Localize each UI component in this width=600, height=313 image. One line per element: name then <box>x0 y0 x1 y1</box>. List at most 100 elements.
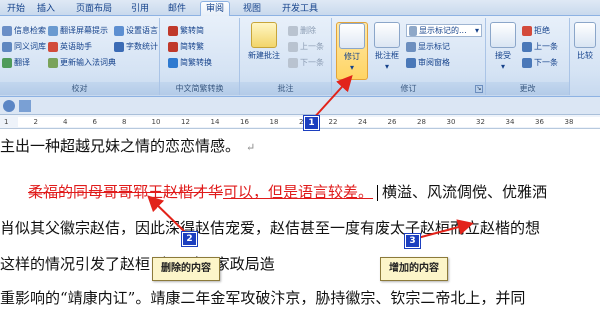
ruler-tick: 18 <box>269 118 279 126</box>
view-icon[interactable] <box>19 100 31 112</box>
chinese-conversion-group-label: 中文简繁转换 <box>160 82 239 95</box>
research-icon <box>2 25 12 36</box>
chinese-conversion-button[interactable]: 简繁转换 <box>168 56 212 69</box>
ruler-tick: 10 <box>151 118 161 126</box>
update-ime-icon <box>48 57 58 68</box>
ruler-tick: 16 <box>240 118 249 126</box>
update-ime-button[interactable]: 更新输入法词典 <box>48 56 116 69</box>
simp-to-trad-icon <box>168 41 178 52</box>
reviewing-pane-icon <box>406 57 416 68</box>
balloons-dropdown-icon: ▾ <box>384 62 389 71</box>
delete-comment-button[interactable]: 删除 <box>288 24 316 37</box>
ruler-tick: 8 <box>122 118 127 126</box>
accept-button[interactable]: 接受 ▾ <box>488 22 518 72</box>
reviewing-pane-button[interactable]: 审阅窗格 <box>406 56 450 69</box>
ruler-tick: 4 <box>63 118 68 126</box>
show-markup-icon <box>406 41 416 52</box>
ruler-toggle-icon[interactable] <box>3 100 15 112</box>
ribbon-tab-strip: 开始 插入 页面布局 引用 邮件 审阅 视图 开发工具 <box>0 0 600 17</box>
word-count-icon <box>114 41 124 52</box>
translate-tooltip-icon <box>48 25 58 36</box>
english-assistant-icon <box>48 41 58 52</box>
word-count-button[interactable]: 字数统计 <box>114 40 158 53</box>
next-comment-button[interactable]: 下一条 <box>288 56 324 69</box>
paragraph-mark-icon: ↵ <box>246 141 256 154</box>
ruler-tick: 2 <box>33 118 38 126</box>
research-button[interactable]: 信息检索 <box>2 24 46 37</box>
ruler-tick: 34 <box>505 118 515 126</box>
changes-group-label: 更改 <box>486 82 569 95</box>
translate-icon <box>2 57 12 68</box>
tab-view[interactable]: 视图 <box>240 2 264 16</box>
marker-3: 3 <box>404 233 421 249</box>
ruler-toolbar <box>0 97 600 115</box>
track-changes-icon <box>339 23 365 49</box>
ruler-tick: 26 <box>387 118 397 126</box>
trad-to-simp-button[interactable]: 繁转简 <box>168 24 204 37</box>
compare-button[interactable]: 比较 <box>572 22 598 61</box>
document-line-1: 主出一种超越兄妹之情的恋恋情感。 ↵ <box>0 137 256 155</box>
document-line-3: 肖似其父徽宗赵佶，因此深得赵佶宠爱，赵佶甚至一度有废太子赵桓而立赵楷的想 <box>0 219 541 237</box>
document-line-5: 重影响的“靖康内讧”。靖康二年金军攻破汴京，胁持徽宗、钦宗二帝北上，并同 <box>0 289 526 307</box>
new-comment-icon <box>251 22 277 48</box>
ruler-tick: 32 <box>476 118 485 126</box>
marker-1: 1 <box>303 115 320 131</box>
deleted-content-callout: 删除的内容 <box>152 257 220 281</box>
ruler-tick: 14 <box>210 118 220 126</box>
inserted-text: 可以，但是语言较差。 <box>223 183 374 201</box>
tab-mailings[interactable]: 邮件 <box>165 2 189 16</box>
display-review-icon <box>409 25 417 36</box>
chinese-conversion-icon <box>168 57 178 68</box>
track-changes-button[interactable]: 修订 ▾ <box>336 22 368 80</box>
chinese-conversion-group: 繁转简 简转繁 简繁转换 中文简繁转换 <box>160 18 240 95</box>
ruler-tick: 28 <box>417 118 426 126</box>
accept-dropdown-icon: ▾ <box>500 62 505 71</box>
reject-button[interactable]: 拒绝 <box>522 24 550 37</box>
previous-change-button[interactable]: 上一条 <box>522 40 558 53</box>
next-change-icon <box>522 57 532 68</box>
tab-insert[interactable]: 插入 <box>34 2 58 16</box>
thesaurus-button[interactable]: 同义词库 <box>2 40 46 53</box>
deleted-text: 柔福的同母哥哥郓王赵楷才华 <box>28 183 224 201</box>
proofing-group-label: 校对 <box>0 82 159 95</box>
tab-references[interactable]: 引用 <box>128 2 152 16</box>
ruler-tick: 6 <box>92 118 97 126</box>
previous-comment-icon <box>288 41 298 52</box>
chevron-down-icon: ▾ <box>474 26 479 35</box>
english-assistant-button[interactable]: 英语助手 <box>48 40 92 53</box>
compare-icon <box>574 22 596 48</box>
balloons-icon <box>374 22 400 48</box>
trad-to-simp-icon <box>168 25 178 36</box>
display-for-review-select[interactable]: 显示标记的... ▾ <box>406 24 482 37</box>
marker-2: 2 <box>181 231 198 247</box>
comments-group: 新建批注 删除 上一条 下一条 批注 <box>240 18 332 95</box>
translate-button[interactable]: 翻译 <box>2 56 30 69</box>
tracking-group: 修订 ▾ 批注框 ▾ 显示标记的... ▾ 显示标记 审阅窗格 修订 ↘ <box>332 18 486 95</box>
ribbon: 信息检索 同义词库 翻译 翻译屏幕提示 英语助手 更新输入法词典 设置语言 字数… <box>0 16 600 97</box>
ruler-tick: 1 <box>4 118 9 126</box>
tracking-dialog-launcher-icon[interactable]: ↘ <box>475 85 483 93</box>
document-page[interactable]: 主出一种超越兄妹之情的恋恋情感。 ↵ 柔福的同母哥哥郓王赵楷才华可以，但是语言较差… <box>0 130 600 313</box>
text-cursor <box>377 185 379 201</box>
proofing-group: 信息检索 同义词库 翻译 翻译屏幕提示 英语助手 更新输入法词典 设置语言 字数… <box>0 18 160 95</box>
ruler-tick: 36 <box>535 118 544 126</box>
tab-developer[interactable]: 开发工具 <box>278 2 322 16</box>
horizontal-ruler[interactable]: 12468101214161820222426283032343638 <box>0 115 600 129</box>
new-comment-button[interactable]: 新建批注 <box>244 22 284 61</box>
reject-icon <box>522 25 532 36</box>
comments-group-label: 批注 <box>240 82 331 95</box>
previous-comment-button[interactable]: 上一条 <box>288 40 324 53</box>
set-language-button[interactable]: 设置语言 <box>114 24 158 37</box>
next-comment-icon <box>288 57 298 68</box>
tab-home[interactable]: 开始 <box>4 2 28 16</box>
balloons-button[interactable]: 批注框 ▾ <box>372 22 402 72</box>
translate-tooltip-button[interactable]: 翻译屏幕提示 <box>48 24 108 37</box>
thesaurus-icon <box>2 41 12 52</box>
tab-page-layout[interactable]: 页面布局 <box>72 2 116 16</box>
ruler-tick: 24 <box>358 118 367 126</box>
compare-group: 比较 <box>570 18 600 95</box>
simp-to-trad-button[interactable]: 简转繁 <box>168 40 204 53</box>
next-change-button[interactable]: 下一条 <box>522 56 558 69</box>
show-markup-button[interactable]: 显示标记 <box>406 40 450 53</box>
tab-review[interactable]: 审阅 <box>200 1 230 17</box>
